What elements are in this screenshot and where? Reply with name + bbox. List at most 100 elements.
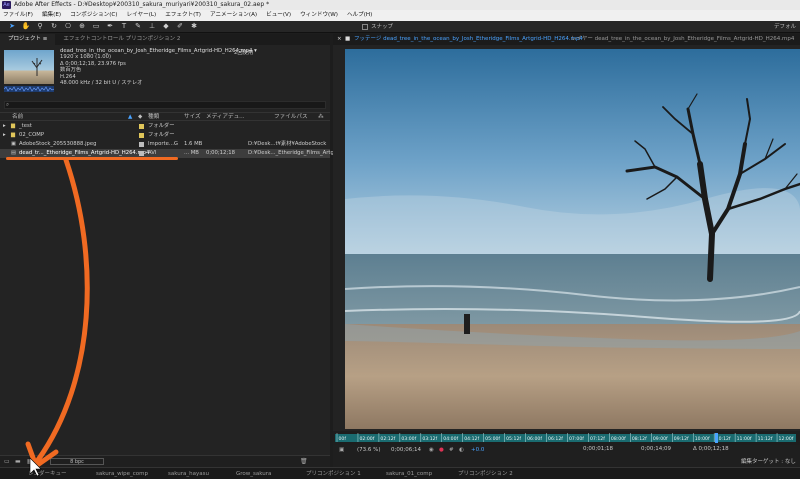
menu-composition[interactable]: コンポジション(C): [70, 10, 117, 21]
exposure-icon[interactable]: ◐: [459, 447, 464, 453]
new-folder-icon[interactable]: ▬: [15, 458, 21, 465]
duration-timecode: Δ 0;00;12;18: [693, 446, 729, 452]
menu-animation[interactable]: アニメーション(A): [210, 10, 257, 21]
puppet-tool-icon[interactable]: ✱: [188, 22, 200, 31]
lock-icon[interactable]: ■: [345, 34, 350, 45]
tab-footage-viewer[interactable]: フッテージ dead_tree_in_the_ocean_by_Josh_Eth…: [354, 34, 583, 45]
window-title: Adobe After Effects - D:¥Desktop¥200310_…: [14, 1, 270, 8]
column-file-path[interactable]: ファイルパス: [274, 113, 308, 121]
ruler-tick-label: 11:00f: [737, 436, 752, 442]
camera-tool-icon[interactable]: ⎔: [62, 22, 74, 31]
column-name[interactable]: 名前: [12, 113, 23, 121]
project-search-input[interactable]: ⌕: [4, 101, 326, 109]
magnification-dropdown[interactable]: (73.6 %): [357, 447, 381, 453]
brush-tool-icon[interactable]: ✎: [132, 22, 144, 31]
tab-precomp-2[interactable]: プリコンポジション 2: [458, 468, 513, 479]
channel-icon[interactable]: ●: [439, 447, 444, 453]
ruler-tick-label: 09:12f: [674, 436, 689, 442]
menu-help[interactable]: ヘルプ(H): [347, 10, 372, 21]
menu-effect[interactable]: エフェクト(T): [165, 10, 201, 21]
pan-behind-tool-icon[interactable]: ⊕: [76, 22, 88, 31]
selection-tool-icon[interactable]: ➤: [6, 22, 18, 31]
menu-view[interactable]: ビュー(V): [266, 10, 291, 21]
item-type: フォルダー: [148, 132, 175, 138]
tab-effect-controls[interactable]: エフェクトコントロール プリコンポジション 2: [55, 34, 188, 45]
tab-sakura-hayasu[interactable]: sakura_hayasu: [168, 468, 209, 479]
footage-usage-count: 2回使用: [234, 50, 254, 56]
ruler-tick-label: 09:00f: [653, 436, 668, 442]
rotate-tool-icon[interactable]: ↻: [48, 22, 60, 31]
ruler-tick-label: 12:00f: [779, 436, 794, 442]
snap-toggle[interactable]: スナップ: [362, 22, 393, 32]
ruler-tick-label: 03:12f: [422, 436, 437, 442]
snapshot-camera-icon[interactable]: ◉: [429, 447, 434, 453]
close-tab-icon[interactable]: ×: [337, 34, 342, 45]
footage-preview-image: [345, 49, 800, 429]
label-color-swatch[interactable]: [139, 142, 144, 147]
tab-precomp-1[interactable]: プリコンポジション 1: [306, 468, 361, 479]
label-tag-icon[interactable]: ◆: [138, 113, 142, 121]
ruler-tick-label: 00f: [339, 436, 347, 442]
tab-project[interactable]: プロジェクト ≡: [0, 34, 56, 45]
in-point-timecode[interactable]: 0;00;06;14: [391, 447, 421, 453]
expand-arrow-icon[interactable]: ▸: [3, 131, 6, 140]
hand-tool-icon[interactable]: ✋: [20, 22, 32, 31]
footage-info: dead_tree_in_the_ocean_by_Josh_Etheridge…: [60, 48, 257, 86]
zoom-tool-icon[interactable]: ⚲: [34, 22, 46, 31]
label-color-swatch[interactable]: [139, 124, 144, 129]
always-preview-icon[interactable]: ▣: [339, 447, 344, 453]
snap-checkbox[interactable]: [362, 24, 368, 30]
tab-sakura-01-comp[interactable]: sakura_01_comp: [386, 468, 432, 479]
tab-grow-sakura[interactable]: Grow_sakura: [236, 468, 271, 479]
item-name: _test: [19, 123, 32, 129]
menu-window[interactable]: ウィンドウ(W): [300, 10, 338, 21]
flowchart-icon[interactable]: ⁂: [318, 113, 324, 121]
sort-ascending-icon[interactable]: ▲: [128, 113, 132, 121]
menu-layer[interactable]: レイヤー(L): [127, 10, 157, 21]
workspace-label[interactable]: デフォル: [774, 22, 796, 32]
item-name: 02_COMP: [19, 132, 45, 138]
type-tool-icon[interactable]: T: [118, 22, 130, 31]
playhead-marker[interactable]: [715, 433, 718, 443]
column-media-duration[interactable]: メディアデュ...: [206, 113, 245, 121]
edit-target-label: 編集ターゲット : なし: [741, 459, 796, 465]
exposure-value[interactable]: +0.0: [471, 447, 484, 453]
new-composition-icon[interactable]: ▦: [27, 458, 33, 465]
roto-brush-tool-icon[interactable]: ✐: [174, 22, 186, 31]
project-item-image[interactable]: ▣ AdobeStock_205530888.jpeg Importe...G …: [0, 140, 330, 149]
ruler-tick-label: 06:00f: [527, 436, 542, 442]
column-size[interactable]: サイズ: [184, 113, 201, 121]
ruler-tick-label: 04:00f: [443, 436, 458, 442]
menu-edit[interactable]: 編集(E): [42, 10, 61, 21]
current-timecode[interactable]: 0;00;01;18: [583, 446, 613, 452]
item-type: フォルダー: [148, 123, 175, 129]
project-item-folder[interactable]: ▸ ▆ 02_COMP フォルダー: [0, 131, 330, 140]
clone-stamp-tool-icon[interactable]: ⊥: [146, 22, 158, 31]
grid-icon[interactable]: #: [449, 447, 454, 453]
project-panel-tabs: プロジェクト ≡ エフェクトコントロール プリコンポジション 2: [0, 34, 330, 45]
menu-file[interactable]: ファイル(F): [3, 10, 33, 21]
pen-tool-icon[interactable]: ✒: [104, 22, 116, 31]
interpret-footage-icon[interactable]: ▭: [4, 458, 10, 465]
title-bar: Ae Adobe After Effects - D:¥Desktop¥2003…: [0, 0, 800, 10]
project-item-folder[interactable]: ▸ ▆ _test フォルダー: [0, 122, 330, 131]
label-color-swatch[interactable]: [139, 133, 144, 138]
rectangle-tool-icon[interactable]: ▭: [90, 22, 102, 31]
tab-render-queue[interactable]: レンダーキュー: [28, 468, 67, 479]
tab-layer-viewer[interactable]: レイヤー dead_tree_in_the_ocean_by_Josh_Ethe…: [571, 34, 794, 45]
column-type[interactable]: 種類: [148, 113, 159, 121]
tab-sakura-wipe-comp[interactable]: sakura_wipe_comp: [96, 468, 148, 479]
audio-waveform-icon: [4, 86, 54, 92]
ruler-tick-label: 08:12f: [632, 436, 647, 442]
label-color-swatch[interactable]: [139, 151, 144, 156]
ruler-tick-label: 11:12f: [758, 436, 773, 442]
eraser-tool-icon[interactable]: ◆: [160, 22, 172, 31]
ruler-tick-label: 08:00f: [611, 436, 626, 442]
project-panel-footer: ▭ ▬ ▦ 8 bpc 🗑: [0, 455, 330, 467]
trash-icon[interactable]: 🗑: [300, 458, 308, 465]
out-point-timecode[interactable]: 0;00;14;09: [641, 446, 671, 452]
ruler-tick-label: 04:12f: [464, 436, 479, 442]
bit-depth-button[interactable]: 8 bpc: [50, 458, 104, 465]
time-ruler[interactable]: 00f 02:00f 02:12f 03:00f 03:12f 04:00f 04:12f 0…: [333, 431, 800, 445]
expand-arrow-icon[interactable]: ▸: [3, 122, 6, 131]
